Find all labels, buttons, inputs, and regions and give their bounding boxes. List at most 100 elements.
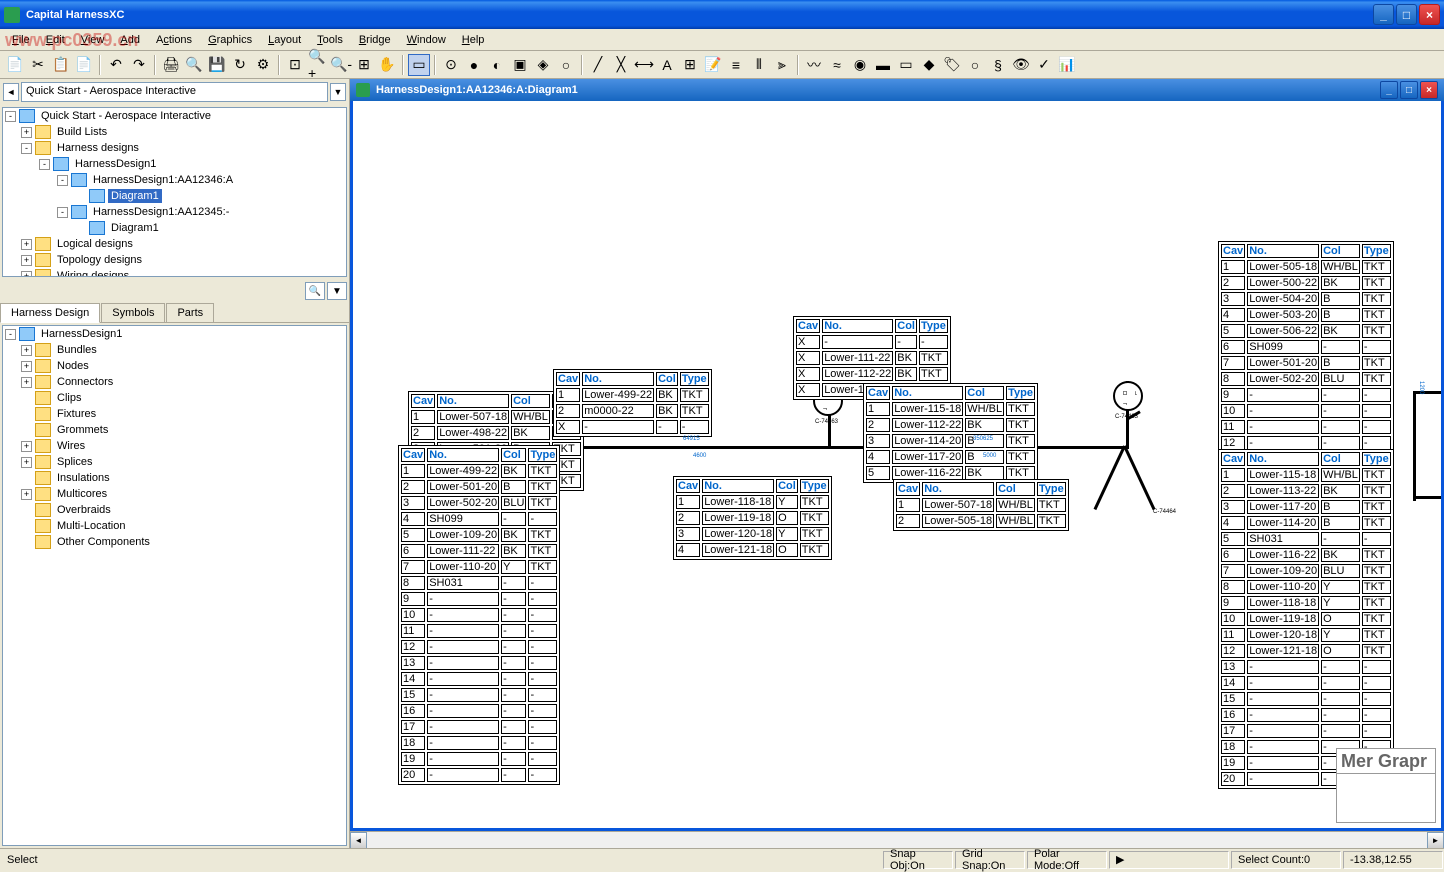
tree-label[interactable]: Grommets (54, 423, 111, 437)
multicore-icon[interactable]: ≈ (826, 54, 848, 76)
paste-icon[interactable]: 📄 (73, 54, 95, 76)
zoom-out-icon[interactable]: 🔍- (330, 54, 352, 76)
menu-window[interactable]: Window (399, 31, 454, 49)
tree-toggle[interactable]: - (57, 207, 68, 218)
tree-item[interactable]: + Connectors (3, 374, 346, 390)
marker-icon[interactable]: ◆ (918, 54, 940, 76)
project-dropdown[interactable]: Quick Start - Aerospace Interactive (21, 82, 328, 102)
bundle-branch[interactable] (1413, 496, 1443, 499)
grommet-icon[interactable]: ○ (555, 54, 577, 76)
menu-graphics[interactable]: Graphics (200, 31, 260, 49)
tree-label[interactable]: Other Components (54, 535, 153, 549)
menu-layout[interactable]: Layout (260, 31, 309, 49)
print-icon[interactable]: 🖨 (160, 54, 182, 76)
tree-label[interactable]: Multi-Location (54, 519, 128, 533)
connector-icon[interactable]: ⊙ (440, 54, 462, 76)
diagram-canvas[interactable]: C-61274 C-61279 C-61279 C-74461 C-74461 … (350, 101, 1444, 831)
shield-icon[interactable]: ◉ (849, 54, 871, 76)
branch-icon[interactable]: ╳ (610, 54, 632, 76)
tree-toggle[interactable]: + (21, 457, 32, 468)
wire-icon[interactable]: 〰 (803, 54, 825, 76)
status-snap-obj[interactable]: Snap Obj:On (883, 851, 953, 869)
cavity-table[interactable]: CavNo.ColType1Lower-507-18WH/BLTKT2Lower… (893, 479, 1069, 531)
preview-icon[interactable]: 🔍 (183, 54, 205, 76)
options-icon[interactable]: ▼ (327, 282, 347, 300)
tree-toggle[interactable]: - (39, 159, 50, 170)
menu-tools[interactable]: Tools (309, 31, 351, 49)
refresh-icon[interactable]: ↻ (229, 54, 251, 76)
cavity-table[interactable]: CavNo.ColType1Lower-115-18WH/BLTKT2Lower… (863, 383, 1038, 483)
tree-label[interactable]: Fixtures (54, 407, 99, 421)
tree-item[interactable]: +Topology designs (3, 252, 346, 268)
tree-toggle[interactable]: - (57, 175, 68, 186)
minimize-button[interactable]: _ (1373, 4, 1394, 25)
tree-item[interactable]: -Harness designs (3, 140, 346, 156)
tree-toggle[interactable]: + (21, 441, 32, 452)
tree-toggle[interactable]: - (5, 329, 16, 340)
copy-icon[interactable]: 📋 (50, 54, 72, 76)
menu-file[interactable]: File (4, 31, 38, 49)
tree-item[interactable]: + Wires (3, 438, 346, 454)
canvas-maximize[interactable]: □ (1400, 81, 1418, 99)
dropdown-arrow[interactable]: ▼ (330, 83, 346, 101)
undo-icon[interactable]: ↶ (105, 54, 127, 76)
tree-item[interactable]: Other Components (3, 534, 346, 550)
tree-toggle[interactable]: + (21, 377, 32, 388)
distribute-icon[interactable]: ⫸ (771, 54, 793, 76)
tape-icon[interactable]: ▬ (872, 54, 894, 76)
tree-label[interactable]: Wires (54, 439, 88, 453)
tree-toggle[interactable]: + (21, 271, 32, 278)
note-icon[interactable]: 📝 (702, 54, 724, 76)
tree-item[interactable]: Diagram1 (3, 188, 346, 204)
zoom-in-icon[interactable]: 🔍+ (307, 54, 329, 76)
tree-label[interactable]: Bundles (54, 343, 100, 357)
tree-item[interactable]: Overbraids (3, 502, 346, 518)
tree-label[interactable]: Nodes (54, 359, 92, 373)
menu-bridge[interactable]: Bridge (351, 31, 399, 49)
menu-edit[interactable]: Edit (38, 31, 73, 49)
menu-help[interactable]: Help (454, 31, 493, 49)
bundle-branch[interactable] (1123, 445, 1155, 510)
tree-toggle[interactable]: + (21, 489, 32, 500)
tree-label[interactable]: Logical designs (54, 237, 136, 251)
tree-item[interactable]: +Multicores (3, 486, 346, 502)
tree-item[interactable]: -HarnessDesign1:AA12346:A (3, 172, 346, 188)
cavity-table[interactable]: CavNo.ColType1Lower-115-18WH/BLTKT2Lower… (1218, 449, 1394, 789)
align-icon[interactable]: ⫴ (748, 54, 770, 76)
label-icon[interactable]: 🏷 (941, 54, 963, 76)
tree-item[interactable]: +Bundles (3, 342, 346, 358)
tree-label[interactable]: Diagram1 (108, 221, 162, 235)
horizontal-scrollbar[interactable]: ◄ ► (350, 831, 1444, 848)
tree-label[interactable]: Topology designs (54, 253, 145, 267)
sleeve-icon[interactable]: ▭ (895, 54, 917, 76)
zoom-area-icon[interactable]: ⊞ (353, 54, 375, 76)
tree-label[interactable]: HarnessDesign1:AA12345:- (90, 205, 232, 219)
bundle-branch[interactable] (1413, 391, 1416, 501)
tree-item[interactable]: + Logical designs (3, 236, 346, 252)
tree-item[interactable]: Clips (3, 390, 346, 406)
status-polar-mode[interactable]: Polar Mode:Off (1027, 851, 1107, 869)
tree-toggle[interactable]: + (21, 239, 32, 250)
scroll-right-button[interactable]: ► (1427, 832, 1444, 848)
status-play[interactable]: ▶ (1109, 851, 1229, 869)
tree-item[interactable]: Insulations (3, 470, 346, 486)
zoom-fit-icon[interactable]: ⊡ (284, 54, 306, 76)
redo-icon[interactable]: ↷ (128, 54, 150, 76)
tree-label[interactable]: Overbraids (54, 503, 114, 517)
tree-item[interactable]: - HarnessDesign1:AA12345:- (3, 204, 346, 220)
text-icon[interactable]: A (656, 54, 678, 76)
tree-label[interactable]: Connectors (54, 375, 116, 389)
cavity-table[interactable]: CavNo.ColType1Lower-499-22BKTKT2m0000-22… (553, 369, 712, 437)
splice-icon[interactable]: ● (463, 54, 485, 76)
canvas-minimize[interactable]: _ (1380, 81, 1398, 99)
new-icon[interactable]: 📄 (4, 54, 26, 76)
tree-item[interactable]: - HarnessDesign1 (3, 156, 346, 172)
menu-actions[interactable]: Actions (148, 31, 200, 49)
tree-label[interactable]: HarnessDesign1 (72, 157, 159, 171)
bundle-icon[interactable]: ╱ (587, 54, 609, 76)
cut-icon[interactable]: ✂ (27, 54, 49, 76)
bundle-branch[interactable] (1094, 445, 1126, 510)
report-icon[interactable]: 📊 (1056, 54, 1078, 76)
settings-icon[interactable]: ⚙ (252, 54, 274, 76)
tree-toggle[interactable]: + (21, 361, 32, 372)
